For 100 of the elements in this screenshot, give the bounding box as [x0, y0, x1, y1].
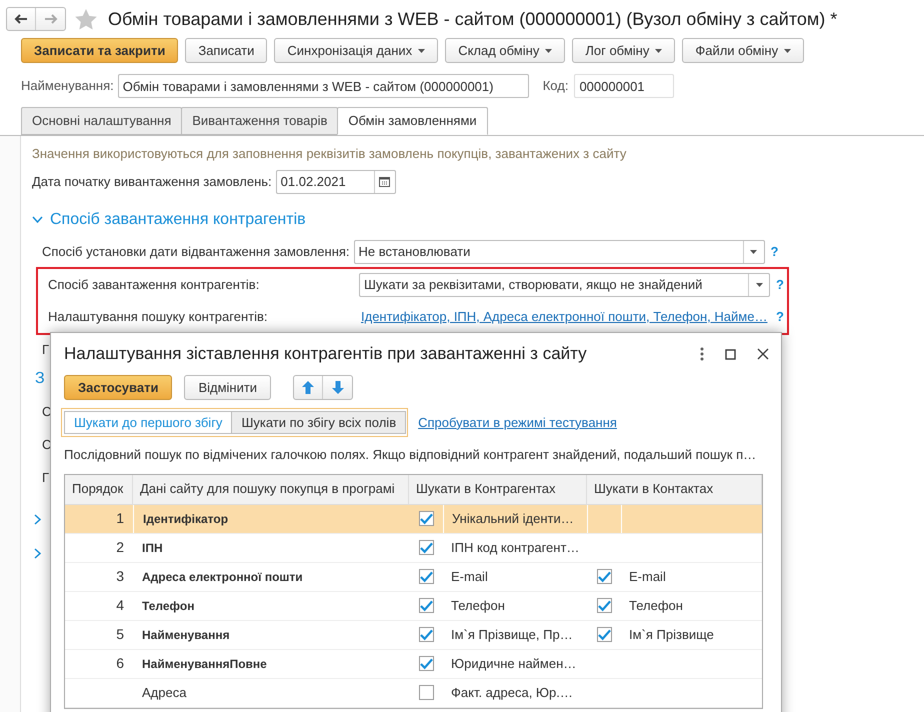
- field-label: Дата початку вивантаження замовлень:: [32, 172, 272, 191]
- checkbox[interactable]: [596, 598, 612, 613]
- table-cell-text: Адреса електронної пошти: [142, 568, 303, 586]
- tab[interactable]: Вивантаження товарів: [181, 107, 338, 135]
- right-arrow-icon: [44, 14, 58, 24]
- table-cell-text: 6: [116, 654, 124, 673]
- table-cell-text: Ім`я Прізвище, Пр…: [451, 626, 573, 644]
- checkbox[interactable]: [418, 656, 434, 671]
- table-row[interactable]: 1 Ідентифікатор Унікальний іденти…: [65, 504, 762, 534]
- table-row[interactable]: 6 НайменуванняПовне Юридичне наймен…: [65, 650, 762, 678]
- cancel-button[interactable]: Відмінити: [184, 375, 272, 400]
- save-close-button[interactable]: Записати та закрити: [21, 38, 178, 63]
- table-cell-text: Телефон: [629, 596, 683, 615]
- table-row[interactable]: 5 Найменування Ім`я Прізвище, Пр… Ім`я Прізвище: [65, 620, 762, 650]
- save-button[interactable]: Записати: [185, 38, 268, 63]
- dialog-title: Налаштування зіставлення контрагентів при завантаженні з сайту: [64, 343, 588, 366]
- checkbox[interactable]: [418, 569, 434, 584]
- table-cell-text: 3: [116, 567, 124, 586]
- chevron-icon[interactable]: [34, 514, 42, 525]
- test-mode-link[interactable]: Спробувати в режимі тестування: [418, 412, 617, 432]
- table-cell-text: Унікальний іденти…: [452, 510, 574, 528]
- caret-icon: [784, 48, 792, 52]
- caret-icon: [756, 282, 762, 286]
- table-cell-text: Факт. адреса, Юр.…: [451, 684, 573, 702]
- caret-icon: [750, 250, 758, 254]
- table-cell-text: 1: [116, 509, 124, 528]
- mode-toggle[interactable]: Шукати до першого збігу: [64, 411, 232, 434]
- checkbox[interactable]: [418, 685, 434, 700]
- tab[interactable]: Обмін замовленнями: [337, 107, 488, 135]
- table-cell-text: 4: [116, 596, 124, 615]
- table-cell-text: Ім`я Прізвище: [629, 626, 714, 644]
- table-cell-text: Ідентифікатор: [143, 510, 228, 528]
- field-label: Спосіб завантаження контрагентів:: [48, 276, 260, 294]
- down-arrow-icon: [332, 381, 344, 394]
- table-cell-text: 2: [116, 538, 124, 557]
- table-cell-text: Телефон: [451, 596, 505, 615]
- menu-button[interactable]: Склад обміну: [445, 38, 566, 63]
- menu-button[interactable]: Файли обміну: [682, 38, 804, 63]
- table-cell-text: ІПН: [142, 540, 163, 556]
- table-cell-text: Телефон: [142, 598, 194, 614]
- checkbox[interactable]: [596, 627, 612, 642]
- star-icon[interactable]: [75, 8, 97, 30]
- chevron-icon[interactable]: [34, 548, 42, 559]
- name-field[interactable]: Обмін товарами і замовленнями з WEB - сайтом (000000001): [118, 74, 529, 98]
- date-field[interactable]: 01.02.2021: [276, 170, 396, 194]
- table-cell-text: E-mail: [451, 568, 488, 586]
- menu-button[interactable]: Синхронізація даних: [274, 38, 438, 63]
- checkbox[interactable]: [418, 598, 434, 613]
- field-label: С: [42, 403, 52, 422]
- caret-icon: [545, 48, 552, 52]
- up-arrow-icon: [302, 381, 314, 394]
- field-label: Найменування:: [21, 77, 114, 96]
- table-cell-text: НайменуванняПовне: [142, 656, 267, 672]
- field-label: Г: [42, 340, 50, 359]
- column-header[interactable]: Дані сайту для пошуку покупця в програмі: [133, 474, 409, 504]
- mode-toggle[interactable]: Шукати по збігу всіх полів: [231, 411, 406, 434]
- caret-icon: [418, 48, 426, 52]
- menu-button[interactable]: Лог обміну: [572, 38, 676, 63]
- close-icon[interactable]: [757, 348, 769, 360]
- column-header[interactable]: Шукати в Контактах: [587, 474, 762, 504]
- checkbox[interactable]: [418, 511, 434, 526]
- checkbox[interactable]: [418, 627, 434, 642]
- table-cell-text: 5: [116, 625, 124, 644]
- caret-icon: [655, 48, 662, 52]
- help-icon[interactable]: ?: [770, 242, 778, 262]
- select-field[interactable]: Шукати за реквізитами, створювати, якщо не знайдений: [359, 272, 770, 296]
- chevron-icon[interactable]: [32, 216, 43, 224]
- search-settings-link[interactable]: Ідентифікатор, ІПН, Адреса електронної пошти, Телефон, Найме…: [359, 306, 770, 326]
- table-cell-text: E-mail: [629, 568, 666, 586]
- description-text: Послідовний пошук по відмічених галочкою полях. Якщо відповідний контрагент знайдений, подальший пошук п…: [63, 446, 758, 464]
- table-row[interactable]: 3 Адреса електронної пошти E-mail E-mail: [65, 562, 762, 592]
- window-title: Обмін товарами і замовленнями з WEB - сайтом (000000001) (Вузол обміну з сайтом) *: [108, 8, 838, 31]
- table-cell-text: ІПН код контрагент…: [451, 538, 580, 557]
- code-field[interactable]: 000000001: [574, 74, 674, 98]
- field-label: Налаштування пошуку контрагентів:: [48, 308, 268, 326]
- field-label: Г: [42, 469, 50, 488]
- table-row[interactable]: Адреса Факт. адреса, Юр.…: [65, 678, 762, 708]
- table-cell-text: Юридичне наймен…: [451, 654, 576, 673]
- column-header[interactable]: Шукати в Контрагентах: [409, 474, 587, 504]
- field-label: С: [42, 436, 52, 454]
- more-icon[interactable]: [700, 347, 704, 361]
- maximize-icon[interactable]: [725, 348, 736, 360]
- section-title: З: [35, 369, 45, 389]
- checkbox[interactable]: [596, 569, 612, 584]
- table-cell-text: Адреса: [142, 684, 186, 702]
- column-header[interactable]: Порядок: [65, 474, 133, 504]
- table-row[interactable]: 4 Телефон Телефон Телефон: [65, 592, 762, 620]
- tab[interactable]: Основні налаштування: [21, 107, 182, 135]
- field-label: Спосіб установки дати відвантаження замовлення:: [42, 242, 350, 261]
- help-icon[interactable]: ?: [776, 274, 784, 294]
- calendar-icon: [379, 176, 390, 187]
- select-field[interactable]: Не встановлювати: [354, 240, 765, 264]
- apply-button[interactable]: Застосувати: [64, 375, 172, 400]
- help-icon[interactable]: ?: [776, 306, 784, 326]
- checkbox[interactable]: [418, 540, 434, 555]
- table-row[interactable]: 2 ІПН ІПН код контрагент…: [65, 534, 762, 562]
- section-title[interactable]: Спосіб завантаження контрагентів: [50, 208, 306, 232]
- table-cell-text: Найменування: [142, 626, 230, 644]
- left-arrow-icon: [14, 14, 28, 24]
- hint-text: Значення використовуються для заповнення реквізитів замовлень покупців, завантажених з сайту: [32, 145, 628, 163]
